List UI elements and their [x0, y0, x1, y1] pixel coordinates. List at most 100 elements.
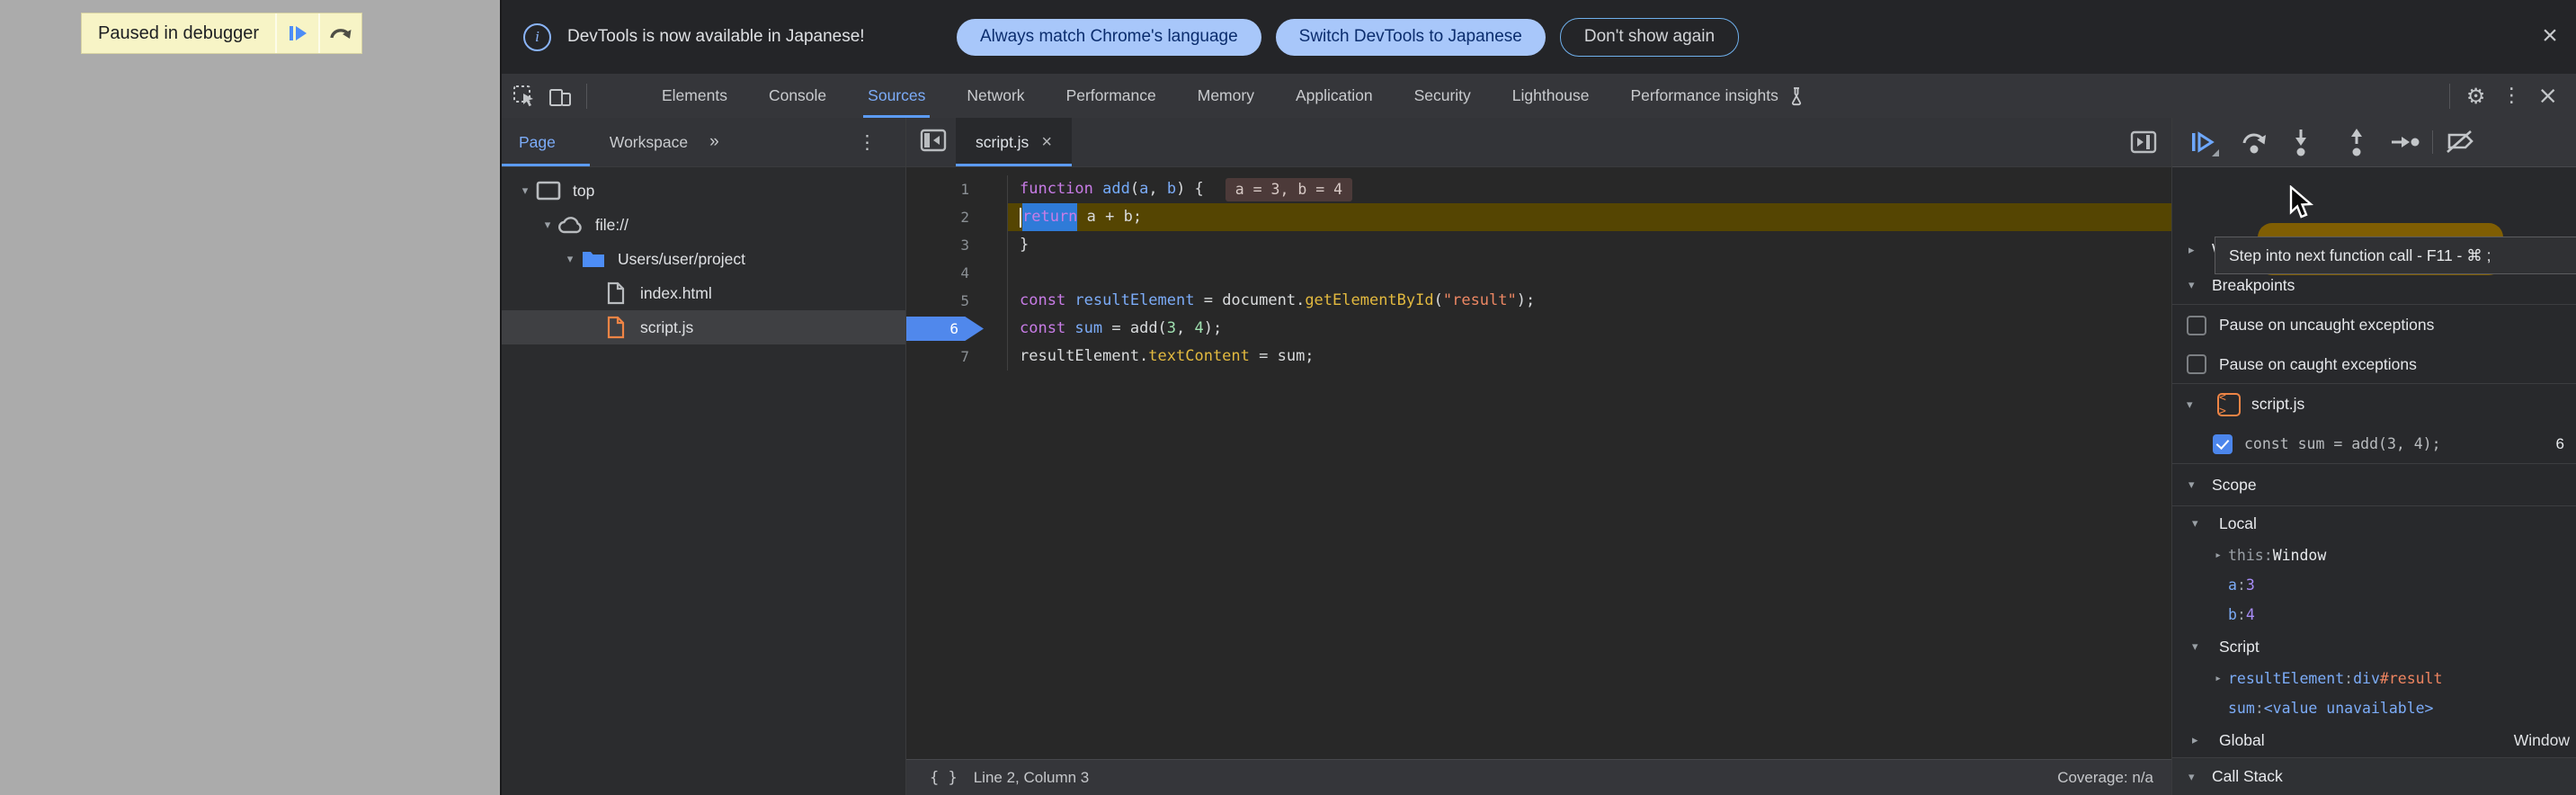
tree-item-top[interactable]: ▾top — [502, 174, 905, 208]
expand-triangle-icon[interactable]: ▾ — [538, 218, 557, 232]
code-line-1[interactable]: 1function add(a, b) {a = 3, b = 4 — [906, 175, 2171, 203]
expand-triangle-icon[interactable]: ▸ — [2208, 672, 2228, 685]
section-scope[interactable]: ▾ Scope — [2172, 464, 2576, 506]
expand-triangle-icon[interactable]: ▾ — [515, 183, 535, 198]
device-toolbar-button[interactable] — [547, 83, 574, 110]
tab-sources[interactable]: Sources — [847, 74, 946, 118]
step-over-badge-button[interactable] — [318, 13, 361, 53]
expand-triangle-icon[interactable]: ▾ — [560, 252, 580, 266]
tree-item-script-js[interactable]: script.js — [502, 310, 905, 344]
step-button[interactable] — [2385, 126, 2425, 158]
paused-badge-label: Paused in debugger — [82, 13, 275, 53]
inline-eval-widget: a = 3, b = 4 — [1226, 178, 1352, 201]
code-line-content[interactable]: const sum = add(3, 4); — [1008, 315, 2171, 343]
show-debugger-sidebar-icon[interactable] — [2130, 130, 2157, 158]
gutter-line-2[interactable]: 2 — [906, 203, 1008, 231]
tree-item-label: index.html — [640, 284, 712, 303]
expand-triangle-icon[interactable]: ▾ — [2192, 516, 2212, 531]
breakpoint-flag-icon[interactable]: 6 — [906, 317, 984, 341]
scope-variable-a[interactable]: a: 3 — [2172, 570, 2576, 600]
settings-gear-icon[interactable]: ⚙ — [2466, 85, 2486, 107]
gutter-line-6[interactable]: 6 — [906, 315, 1008, 343]
tab-console[interactable]: Console — [748, 74, 847, 118]
step-over-button[interactable] — [2235, 126, 2275, 158]
tab-performance-insights[interactable]: Performance insights — [1609, 74, 1825, 118]
gutter-line-4[interactable]: 4 — [906, 259, 1008, 287]
tree-item-index-html[interactable]: index.html — [502, 276, 905, 310]
breakpoint-file-group[interactable]: ▾ < > script.js — [2172, 384, 2576, 424]
scope-variable-this[interactable]: ▸this: Window — [2172, 540, 2576, 570]
code-line-content[interactable]: } — [1008, 231, 2171, 259]
hide-navigator-icon[interactable] — [920, 129, 947, 156]
tree-item-label: script.js — [640, 318, 693, 337]
tab-page[interactable]: Page — [519, 118, 563, 166]
code-line-6[interactable]: 6 const sum = add(3, 4); — [906, 315, 2171, 343]
pause-on-caught-row[interactable]: Pause on caught exceptions — [2172, 345, 2576, 384]
device-toolbar-icon — [548, 84, 573, 109]
code-line-7[interactable]: 7resultElement.textContent = sum; — [906, 343, 2171, 371]
tree-item-users-user-project[interactable]: ▾Users/user/project — [502, 242, 905, 276]
expand-triangle-icon[interactable]: ▸ — [2192, 733, 2212, 747]
gutter-line-3[interactable]: 3 — [906, 231, 1008, 259]
code-line-content[interactable]: resultElement.textContent = sum; — [1008, 343, 2171, 371]
pause-uncaught-checkbox[interactable] — [2187, 316, 2206, 335]
editor-tab-scriptjs[interactable]: script.js × — [956, 118, 1072, 166]
scope-variable-resultElement[interactable]: ▸resultElement: div#result — [2172, 664, 2576, 693]
inspect-element-button[interactable] — [511, 83, 538, 110]
pretty-print-icon[interactable]: { } — [930, 769, 958, 787]
code-line-content[interactable]: return a + b; — [1008, 203, 2171, 231]
tab-performance[interactable]: Performance — [1046, 74, 1177, 118]
expand-triangle-icon[interactable]: ▾ — [2192, 639, 2212, 654]
section-call-stack[interactable]: ▾ Call Stack — [2172, 757, 2576, 795]
breakpoint-checkbox[interactable] — [2213, 434, 2233, 454]
tab-application[interactable]: Application — [1275, 74, 1394, 118]
deactivate-breakpoints-button[interactable] — [2440, 126, 2480, 158]
resume-button[interactable] — [2183, 126, 2223, 158]
tab-memory[interactable]: Memory — [1177, 74, 1275, 118]
tab-workspace[interactable]: Workspace — [610, 133, 688, 152]
script-file-icon: < > — [2217, 393, 2241, 416]
switch-to-japanese-button[interactable]: Switch DevTools to Japanese — [1276, 19, 1546, 56]
close-tab-icon[interactable]: × — [1041, 132, 1052, 153]
scope-section-script[interactable]: ▾Script — [2172, 630, 2576, 664]
gutter-line-5[interactable]: 5 — [906, 287, 1008, 315]
infobar-close-icon[interactable]: × — [2536, 22, 2564, 50]
dont-show-again-button[interactable]: Don't show again — [1560, 18, 1739, 57]
scope-section-global[interactable]: ▸GlobalWindow — [2172, 723, 2576, 757]
code-line-2[interactable]: 2 return a + b; — [906, 203, 2171, 231]
navigator-tabs: Page Workspace » ⋮ — [502, 118, 905, 167]
coverage-label: Coverage: n/a — [2057, 769, 2171, 787]
always-match-language-button[interactable]: Always match Chrome's language — [957, 19, 1261, 56]
more-options-icon[interactable]: ⋮ — [2501, 86, 2521, 106]
tab-elements[interactable]: Elements — [641, 74, 748, 118]
navigator-menu-icon[interactable]: ⋮ — [858, 131, 877, 154]
tree-item-file-[interactable]: ▾file:// — [502, 208, 905, 242]
code-line-content[interactable]: function add(a, b) {a = 3, b = 4 — [1008, 175, 2171, 203]
tab-security[interactable]: Security — [1394, 74, 1492, 118]
scope-section-value: Window — [2514, 731, 2576, 750]
gutter-line-7[interactable]: 7 — [906, 343, 1008, 371]
code-line-3[interactable]: 3} — [906, 231, 2171, 259]
scope-section-local[interactable]: ▾Local — [2172, 506, 2576, 540]
gutter-line-1[interactable]: 1 — [906, 175, 1008, 203]
code-line-content[interactable]: const resultElement = document.getElemen… — [1008, 287, 2171, 315]
more-tabs-chevron[interactable]: » — [709, 132, 721, 152]
scope-variable-b[interactable]: b: 4 — [2172, 600, 2576, 630]
tab-lighthouse[interactable]: Lighthouse — [1492, 74, 1610, 118]
cloud-icon — [557, 215, 584, 235]
devtools-main-toolbar: ElementsConsoleSourcesNetworkPerformance… — [502, 74, 2576, 119]
breakpoint-entry[interactable]: const sum = add(3, 4); 6 — [2172, 424, 2576, 464]
expand-triangle-icon[interactable]: ▸ — [2208, 549, 2228, 562]
step-into-button[interactable] — [2281, 126, 2321, 158]
close-devtools-icon[interactable]: × — [2537, 84, 2558, 108]
code-area[interactable]: 1function add(a, b) {a = 3, b = 42 retur… — [906, 167, 2171, 759]
pause-on-uncaught-row[interactable]: Pause on uncaught exceptions — [2172, 305, 2576, 345]
code-line-5[interactable]: 5const resultElement = document.getEleme… — [906, 287, 2171, 315]
step-out-button[interactable] — [2337, 126, 2376, 158]
code-line-content[interactable] — [1008, 259, 2171, 287]
scope-variable-sum[interactable]: sum: <value unavailable> — [2172, 693, 2576, 723]
resume-script-button[interactable] — [275, 13, 318, 53]
code-line-4[interactable]: 4 — [906, 259, 2171, 287]
tab-network[interactable]: Network — [946, 74, 1045, 118]
pause-caught-checkbox[interactable] — [2187, 354, 2206, 374]
